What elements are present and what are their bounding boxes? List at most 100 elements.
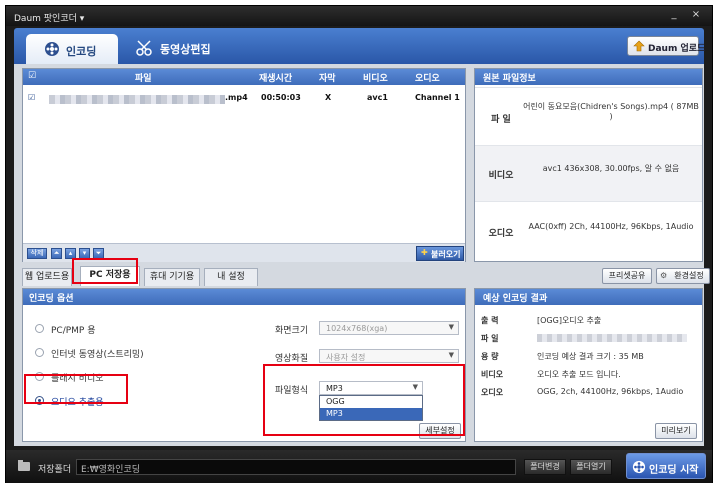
tab-video-edit-label: 동영상편집 <box>160 43 211 56</box>
move-up-icon[interactable]: ▴ <box>65 248 76 259</box>
source-info-title: 원본 파일정보 <box>483 74 536 84</box>
tab-mobile[interactable]: 휴대 기기용 <box>144 268 200 286</box>
col-subtitle[interactable]: 자막 <box>319 71 336 84</box>
file-row[interactable]: ☑ .mp4 00:50:03 X avc1 Channel 1 <box>23 91 465 107</box>
radio-audio-extract-label: 오디오 추출용 <box>51 398 104 408</box>
preset-tabs: 웹 업로드용 PC 저장용 휴대 기기용 내 설정 프리셋공유 ⚙ 환경설정 <box>22 266 710 286</box>
row-duration: 00:50:03 <box>261 93 301 102</box>
load-label: 불러오기 <box>431 250 461 259</box>
encoding-options-panel: 인코딩 옵션 PC/PMP 용 인터넷 동영상(스트리밍) 플래시 비디오 오디… <box>22 288 466 442</box>
row-audio: Channel 1 <box>415 93 460 102</box>
close-button[interactable]: × <box>690 9 702 21</box>
result-file-redacted <box>537 334 687 342</box>
radio-circle <box>35 324 44 333</box>
result-output-label: 출 력 <box>481 316 499 325</box>
source-audio-value: AAC(0xff) 2Ch, 44100Hz, 96Kbps, 1Audio <box>528 222 694 231</box>
format-option-mp3[interactable]: MP3 <box>320 408 422 420</box>
tab-pc-save[interactable]: PC 저장용 <box>80 266 140 286</box>
col-duration[interactable]: 재생시간 <box>259 71 292 84</box>
encoding-options-title: 인코딩 옵션 <box>29 294 74 304</box>
file-list-header: ☑ 파일 재생시간 자막 비디오 오디오 <box>23 69 465 85</box>
env-settings-label: 환경설정 <box>674 271 704 280</box>
move-bottom-icon[interactable]: ⏷ <box>93 248 104 259</box>
folder-icon <box>18 460 30 471</box>
chevron-down-icon: ▼ <box>412 383 418 391</box>
tab-encoding[interactable]: 인코딩 <box>26 34 118 64</box>
source-file-row: 파 일 어린이 동요모음(Chidren's Songs).mp4 ( 87MB… <box>475 87 702 145</box>
move-down-icon[interactable]: ▾ <box>79 248 90 259</box>
expected-result-header: 예상 인코딩 결과 <box>475 289 702 305</box>
film-reel-icon <box>45 42 59 56</box>
change-folder-button[interactable]: 폴더변경 <box>524 459 566 475</box>
source-file-value: 어린이 동요모음(Chidren's Songs).mp4 ( 87MB ) <box>523 102 699 121</box>
main-body: ☑ 파일 재생시간 자막 비디오 오디오 ☑ .mp4 00:50:03 X a… <box>14 64 710 446</box>
result-video-label: 비디오 <box>481 370 504 379</box>
row-checkbox[interactable]: ☑ <box>28 93 35 102</box>
file-name-redacted <box>49 95 225 104</box>
move-top-icon[interactable]: ⏶ <box>51 248 62 259</box>
format-dropdown-list: OGG MP3 <box>319 395 423 421</box>
file-list-footer: 삭제 ⏶ ▴ ▾ ⏷ ✚ 불러오기 <box>23 243 465 262</box>
expected-result-panel: 예상 인코딩 결과 출 력 [OGG]오디오 추출 파 일 용 량 인코딩 예상… <box>474 288 703 442</box>
radio-pc-pmp-label: PC/PMP 용 <box>51 326 96 336</box>
bottom-bar: 저장폴더 E:₩영화인코딩 폴더변경 폴더열기 인코딩 시작 <box>6 450 712 483</box>
minimize-button[interactable]: _ <box>668 9 680 21</box>
app-title[interactable]: Daum 팟인코더 ▾ <box>14 11 84 24</box>
save-path-value: E:₩영화인코딩 <box>81 465 141 475</box>
screen-size-value: 1024x768(xga) <box>326 324 388 333</box>
daum-upload-button[interactable]: Daum 업로드 <box>627 36 705 56</box>
load-button[interactable]: ✚ 불러오기 <box>416 246 464 261</box>
app-window: Daum 팟인코더 ▾ _ × 인코딩 동영상편집 Daum 업로드 ☑ 파일 … <box>5 5 713 483</box>
format-option-ogg[interactable]: OGG <box>320 396 422 408</box>
tab-web-upload[interactable]: 웹 업로드용 <box>22 268 72 286</box>
preset-share-button[interactable]: 프리셋공유 <box>602 268 652 284</box>
screen-size-select[interactable]: 1024x768(xga) ▼ <box>319 321 459 335</box>
file-ext: .mp4 <box>225 93 248 102</box>
col-audio[interactable]: 오디오 <box>415 71 440 84</box>
source-video-label: 비디오 <box>488 171 514 181</box>
source-info-panel: 원본 파일정보 파 일 어린이 동요모음(Chidren's Songs).mp… <box>474 68 703 262</box>
source-video-value: avc1 436x308, 30.00fps, 알 수 없음 <box>542 164 680 173</box>
source-audio-row: 오디오 AAC(0xff) 2Ch, 44100Hz, 96Kbps, 1Aud… <box>475 201 702 261</box>
encoding-options-header: 인코딩 옵션 <box>23 289 465 305</box>
start-encoding-button[interactable]: 인코딩 시작 <box>626 453 706 479</box>
source-file-label: 파 일 <box>491 115 511 125</box>
radio-circle-selected <box>35 396 44 405</box>
detail-settings-button[interactable]: 세부설정 <box>419 423 461 439</box>
env-settings-button[interactable]: ⚙ 환경설정 <box>656 268 710 284</box>
col-file[interactable]: 파일 <box>135 71 152 84</box>
result-audio-value: OGG, 2ch, 44100Hz, 96kbps, 1Audio <box>537 387 684 396</box>
radio-circle <box>35 372 44 381</box>
row-video: avc1 <box>367 93 388 102</box>
tab-encoding-label: 인코딩 <box>66 45 97 58</box>
open-folder-button[interactable]: 폴더열기 <box>570 459 612 475</box>
result-output-value: [OGG]오디오 추출 <box>537 316 602 325</box>
format-value: MP3 <box>326 384 343 393</box>
format-select[interactable]: MP3 ▼ <box>319 381 423 395</box>
radio-flash-label: 플래시 비디오 <box>51 374 104 384</box>
save-path-field[interactable]: E:₩영화인코딩 <box>76 459 516 475</box>
preview-button[interactable]: 미리보기 <box>655 423 697 439</box>
result-size-value: 인코딩 예상 결과 크기 : 35 MB <box>537 352 644 361</box>
format-label: 파일형식 <box>275 386 309 396</box>
expected-result-title: 예상 인코딩 결과 <box>483 294 548 304</box>
select-all-checkbox[interactable]: ☑ <box>28 71 36 81</box>
row-subtitle: X <box>325 93 332 102</box>
quality-value: 사용자 설정 <box>326 353 366 362</box>
quality-select[interactable]: 사용자 설정 ▼ <box>319 349 459 363</box>
source-info-header: 원본 파일정보 <box>475 69 702 85</box>
col-video[interactable]: 비디오 <box>363 71 388 84</box>
tab-my-settings[interactable]: 내 설정 <box>204 268 258 286</box>
radio-streaming-label: 인터넷 동영상(스트리밍) <box>51 350 144 360</box>
delete-button[interactable]: 삭제 <box>27 248 47 259</box>
chevron-down-icon: ▼ <box>448 351 454 359</box>
source-video-row: 비디오 avc1 436x308, 30.00fps, 알 수 없음 <box>475 145 702 201</box>
plus-icon: ✚ <box>421 248 428 257</box>
scissors-icon <box>136 40 152 56</box>
radio-circle <box>35 348 44 357</box>
daum-upload-label: Daum 업로드 <box>648 44 706 54</box>
film-reel-icon <box>632 460 646 474</box>
title-bar: Daum 팟인코더 ▾ _ × <box>6 6 712 26</box>
chevron-down-icon: ▼ <box>448 323 454 331</box>
source-audio-label: 오디오 <box>488 229 514 239</box>
